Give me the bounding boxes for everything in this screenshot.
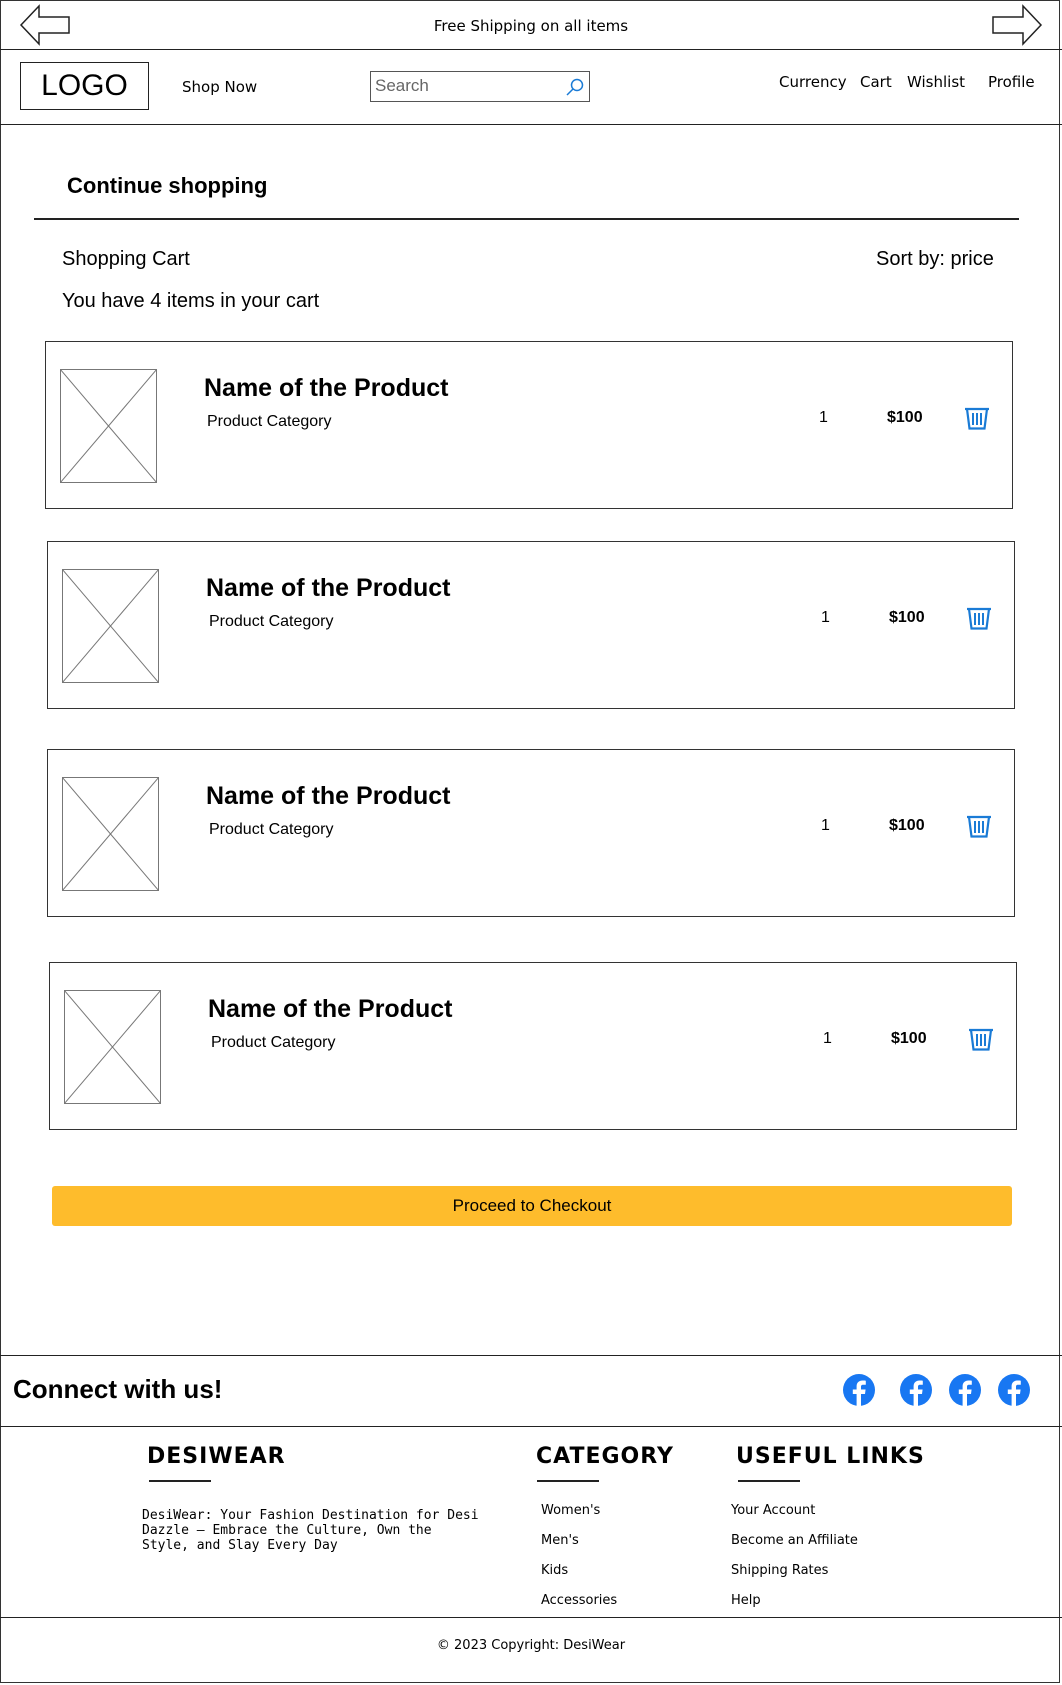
footer-divider <box>0 1617 1062 1618</box>
footer-link-accessories[interactable]: Accessories <box>541 1593 617 1608</box>
product-image-placeholder <box>64 990 161 1104</box>
nav-currency[interactable]: Currency <box>779 73 847 91</box>
footer-useful-links-underline <box>738 1480 800 1482</box>
product-price: $100 <box>889 609 925 626</box>
sort-by-dropdown[interactable]: Sort by: price <box>876 248 994 271</box>
search-box <box>370 71 590 102</box>
logo[interactable]: LOGO <box>20 62 149 110</box>
product-category: Product Category <box>207 413 332 430</box>
shipping-banner: Free Shipping on all items <box>433 17 629 35</box>
shop-now-link[interactable]: Shop Now <box>182 78 257 96</box>
footer-brand-underline <box>149 1480 211 1482</box>
footer-link-mens[interactable]: Men's <box>541 1533 579 1548</box>
facebook-icon[interactable] <box>949 1374 981 1406</box>
next-arrow-icon[interactable] <box>991 4 1043 46</box>
product-image-placeholder <box>60 369 157 483</box>
nav-cart[interactable]: Cart <box>860 73 892 91</box>
product-image-placeholder <box>62 777 159 891</box>
banner-divider <box>0 49 1062 50</box>
product-quantity[interactable]: 1 <box>821 609 830 627</box>
nav-profile[interactable]: Profile <box>988 73 1035 91</box>
product-price: $100 <box>887 409 923 426</box>
product-name[interactable]: Name of the Product <box>204 374 448 403</box>
connect-divider-bottom <box>0 1426 1062 1427</box>
product-name[interactable]: Name of the Product <box>206 574 450 603</box>
footer-useful-links-heading: USEFUL LINKS <box>736 1444 925 1469</box>
cart-item: Name of the Product Product Category 1 $… <box>45 341 1013 509</box>
copyright-text: © 2023 Copyright: DesiWear <box>436 1638 626 1653</box>
product-quantity[interactable]: 1 <box>823 1030 832 1048</box>
page-title: Shopping Cart <box>62 248 190 270</box>
product-price: $100 <box>891 1030 927 1047</box>
cart-item: Name of the Product Product Category 1 $… <box>47 749 1015 917</box>
proceed-to-checkout-button[interactable]: Proceed to Checkout <box>52 1186 1012 1226</box>
footer-brand-description: DesiWear: Your Fashion Destination for D… <box>142 1508 479 1553</box>
trash-icon[interactable] <box>968 1027 994 1051</box>
search-input[interactable] <box>371 72 560 100</box>
product-quantity[interactable]: 1 <box>819 409 828 427</box>
footer-link-become-affiliate[interactable]: Become an Affiliate <box>731 1533 858 1548</box>
header-divider <box>0 124 1062 125</box>
trash-icon[interactable] <box>964 406 990 430</box>
cart-item-count: You have 4 items in your cart <box>62 290 320 312</box>
product-name[interactable]: Name of the Product <box>206 782 450 811</box>
product-category: Product Category <box>209 613 334 630</box>
product-quantity[interactable]: 1 <box>821 817 830 835</box>
search-icon[interactable] <box>565 77 585 97</box>
footer-link-shipping-rates[interactable]: Shipping Rates <box>731 1563 828 1578</box>
facebook-icon[interactable] <box>900 1374 932 1406</box>
product-category: Product Category <box>211 1034 336 1051</box>
facebook-icon[interactable] <box>843 1374 875 1406</box>
section-divider <box>34 218 1019 220</box>
product-price: $100 <box>889 817 925 834</box>
footer-link-your-account[interactable]: Your Account <box>731 1503 815 1518</box>
connect-divider-top <box>0 1355 1062 1356</box>
connect-heading: Connect with us! <box>13 1374 223 1404</box>
cart-item: Name of the Product Product Category 1 $… <box>47 541 1015 709</box>
footer-brand: DESIWEAR <box>147 1444 286 1469</box>
footer-category-heading: CATEGORY <box>536 1444 674 1469</box>
product-image-placeholder <box>62 569 159 683</box>
facebook-icon[interactable] <box>998 1374 1030 1406</box>
continue-shopping-link[interactable]: Continue shopping <box>67 173 267 199</box>
footer-link-help[interactable]: Help <box>731 1593 761 1608</box>
cart-item: Name of the Product Product Category 1 $… <box>49 962 1017 1130</box>
footer-link-kids[interactable]: Kids <box>541 1563 568 1578</box>
nav-wishlist[interactable]: Wishlist <box>907 73 965 91</box>
footer-link-womens[interactable]: Women's <box>541 1503 600 1518</box>
footer-category-underline <box>537 1480 599 1482</box>
product-category: Product Category <box>209 821 334 838</box>
product-name[interactable]: Name of the Product <box>208 995 452 1024</box>
trash-icon[interactable] <box>966 814 992 838</box>
trash-icon[interactable] <box>966 606 992 630</box>
